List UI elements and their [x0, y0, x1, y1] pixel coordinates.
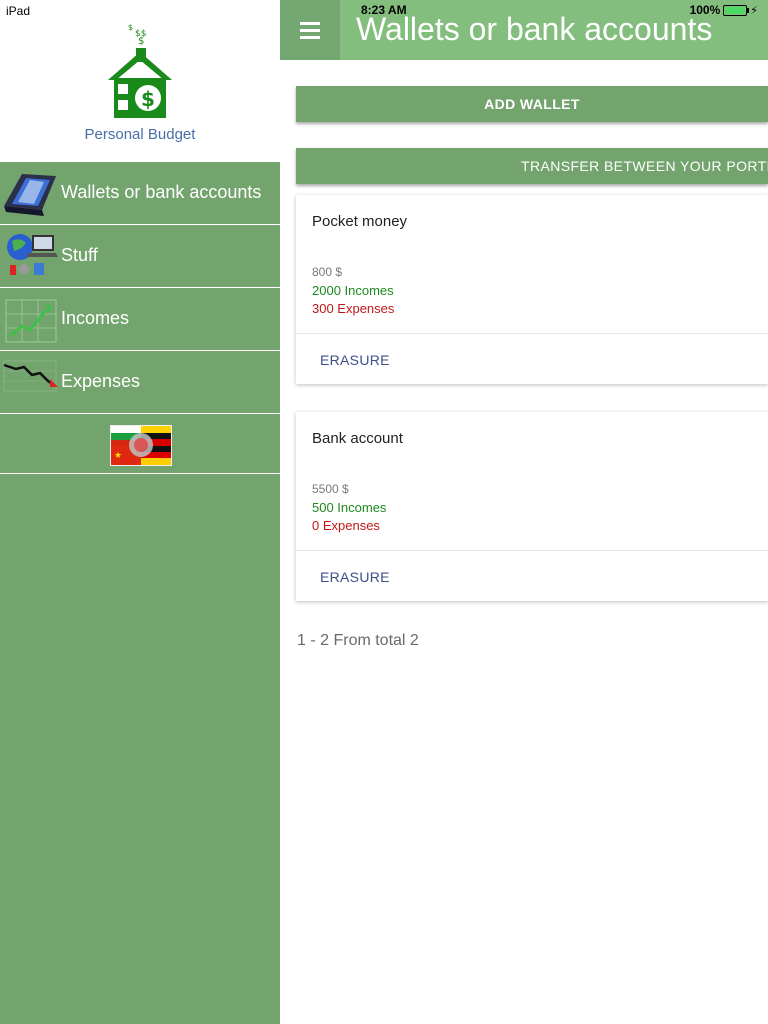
wallet-card: Pocket money 800 $ 2000 Incomes 300 Expe…	[296, 195, 768, 384]
logo-text: Personal Budget	[84, 126, 196, 143]
wallet-incomes: 2000 Incomes	[312, 283, 394, 298]
language-flags-icon: ★	[110, 425, 172, 466]
house-dollar-logo-icon: $ $$ $ $	[108, 23, 172, 118]
wallet-name: Pocket money	[312, 213, 408, 230]
sidebar: $ $$ $ $ Personal Budget Wallets or bank…	[0, 0, 280, 1024]
erase-button[interactable]: ERASURE	[320, 569, 390, 585]
sidebar-item-wallets[interactable]: Wallets or bank accounts	[0, 162, 280, 225]
wallet-card: Bank account 5500 $ 500 Incomes 0 Expens…	[296, 412, 768, 601]
transfer-button[interactable]: TRANSFER BETWEEN YOUR PORTFO	[296, 148, 768, 184]
sidebar-item-label: Stuff	[61, 245, 98, 265]
globe-laptop-icon	[7, 234, 58, 275]
transfer-button-label: TRANSFER BETWEEN YOUR PORTFO	[521, 158, 768, 174]
rising-chart-icon	[5, 299, 57, 343]
sidebar-item-expenses[interactable]: Expenses	[0, 351, 280, 414]
svg-text:$: $	[138, 36, 144, 47]
divider	[296, 550, 768, 551]
top-app-bar: Wallets or bank accounts	[280, 0, 768, 60]
app-logo: $ $$ $ $ Personal Budget	[0, 0, 280, 162]
erase-button[interactable]: ERASURE	[320, 352, 390, 368]
wallet-incomes: 500 Incomes	[312, 500, 387, 515]
wallet-expenses: 0 Expenses	[312, 518, 380, 533]
falling-chart-icon	[3, 360, 58, 392]
menu-toggle-button[interactable]	[280, 0, 340, 60]
pagination-info: 1 - 2 From total 2	[297, 632, 419, 649]
divider	[296, 333, 768, 334]
wallet-icon	[4, 174, 56, 216]
sidebar-item-label: Incomes	[61, 308, 130, 328]
language-selector[interactable]: ★	[0, 414, 280, 474]
svg-text:★: ★	[114, 451, 122, 461]
wallet-balance: 5500 $	[312, 482, 349, 496]
wallet-balance: 800 $	[312, 265, 343, 279]
sidebar-item-incomes[interactable]: Incomes	[0, 288, 280, 351]
wallet-expenses: 300 Expenses	[312, 301, 395, 316]
sidebar-menu: Wallets or bank accounts Stuff Incomes E…	[0, 162, 280, 474]
sidebar-item-stuff[interactable]: Stuff	[0, 225, 280, 288]
page-title: Wallets or bank accounts	[356, 11, 713, 47]
wallet-name: Bank account	[312, 430, 403, 447]
svg-text:$: $	[141, 87, 155, 111]
sidebar-item-label: Wallets or bank accounts	[61, 182, 262, 202]
svg-text:$: $	[128, 23, 133, 32]
add-wallet-button[interactable]: ADD WALLET	[296, 86, 768, 122]
hamburger-icon	[300, 20, 320, 41]
sidebar-item-label: Expenses	[61, 371, 141, 391]
